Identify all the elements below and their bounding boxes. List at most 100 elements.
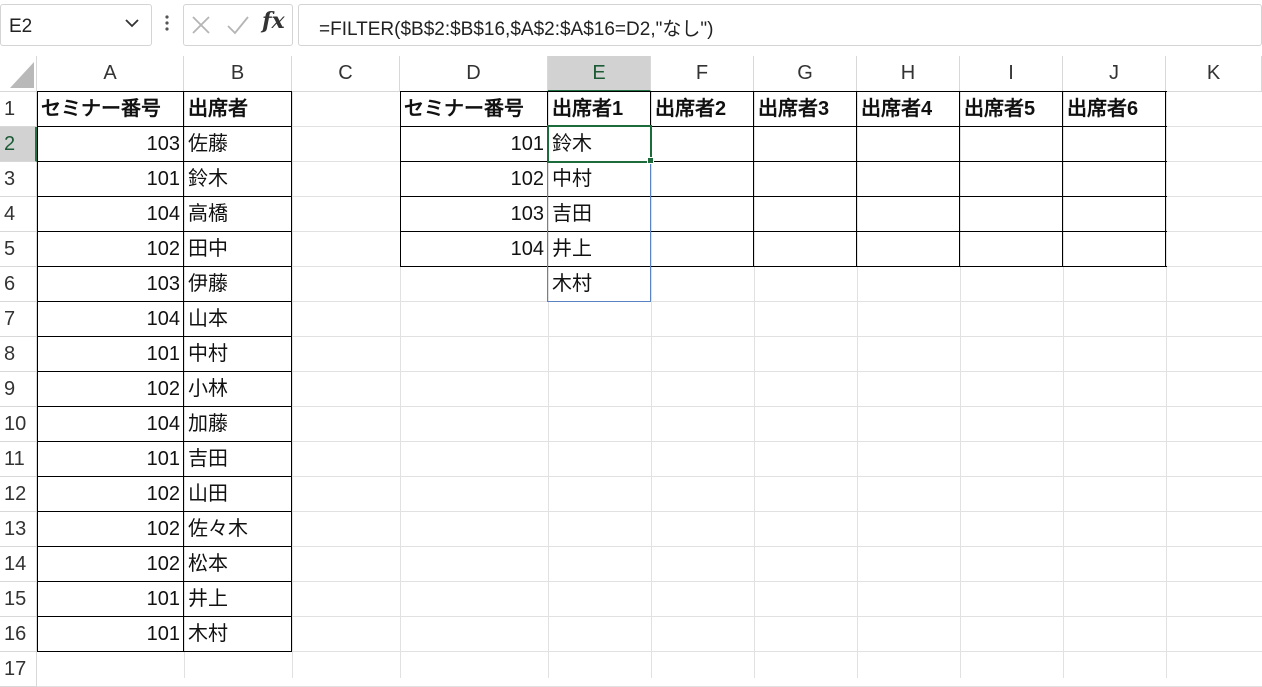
table-border — [37, 371, 292, 372]
seminar-number-cell[interactable]: 102 — [37, 372, 184, 407]
seminar-number-cell[interactable]: 102 — [37, 232, 184, 267]
seminar-number-cell[interactable]: 104 — [37, 407, 184, 442]
gridline-v — [292, 92, 293, 678]
table-border — [37, 476, 292, 477]
seminar-number-cell[interactable]: 101 — [400, 127, 548, 162]
seminar-number-cell[interactable]: 104 — [37, 302, 184, 337]
table-border — [37, 126, 292, 127]
header-attendee-5: 出席者5 — [964, 98, 1036, 120]
column-header-E[interactable]: E — [548, 56, 651, 92]
row-header-12[interactable]: 12 — [0, 477, 37, 512]
table-border — [37, 161, 292, 162]
row-header-9[interactable]: 9 — [0, 372, 37, 407]
formula-input[interactable]: =FILTER($B$2:$B$16,$A$2:$A$16=D2,"なし") — [298, 4, 1262, 46]
table-border — [400, 196, 1167, 197]
cancel-icon[interactable] — [188, 12, 214, 38]
attendee-cell[interactable]: 中村 — [184, 337, 292, 372]
seminar-number-cell[interactable]: 103 — [37, 267, 184, 302]
column-header-I[interactable]: I — [960, 56, 1063, 92]
table-border — [183, 91, 184, 652]
row-header-11[interactable]: 11 — [0, 442, 37, 477]
attendee-cell[interactable]: 木村 — [184, 617, 292, 652]
seminar-number-cell[interactable]: 102 — [400, 162, 548, 197]
row-header-7[interactable]: 7 — [0, 302, 37, 337]
row-header-8[interactable]: 8 — [0, 337, 37, 372]
row-header-14[interactable]: 14 — [0, 547, 37, 582]
fill-handle[interactable] — [647, 157, 654, 164]
seminar-number-cell[interactable]: 103 — [37, 127, 184, 162]
row-header-10[interactable]: 10 — [0, 407, 37, 442]
column-header-A[interactable]: A — [37, 56, 184, 92]
table-border — [37, 546, 292, 547]
table-border — [37, 231, 292, 232]
table-border — [37, 616, 292, 617]
seminar-number-cell[interactable]: 101 — [37, 337, 184, 372]
column-header-B[interactable]: B — [184, 56, 292, 92]
seminar-number-cell[interactable]: 102 — [37, 512, 184, 547]
column-header-C[interactable]: C — [292, 56, 400, 92]
column-header-H[interactable]: H — [857, 56, 960, 92]
seminar-number-cell[interactable]: 101 — [37, 162, 184, 197]
table-border — [400, 91, 1167, 92]
table-border — [291, 91, 292, 652]
attendee-cell[interactable]: 山田 — [184, 477, 292, 512]
row-header-16[interactable]: 16 — [0, 617, 37, 652]
attendee-cell[interactable]: 佐々木 — [184, 512, 292, 547]
row-header-3[interactable]: 3 — [0, 162, 37, 197]
row-header-1[interactable]: 1 — [0, 92, 37, 127]
column-header-D[interactable]: D — [400, 56, 548, 92]
attendee-cell[interactable]: 山本 — [184, 302, 292, 337]
seminar-number-cell[interactable]: 103 — [400, 197, 548, 232]
table-border — [37, 651, 292, 652]
table-border — [37, 441, 292, 442]
row-header-4[interactable]: 4 — [0, 197, 37, 232]
seminar-number-cell[interactable]: 101 — [37, 442, 184, 477]
header-seminar-number: セミナー番号 — [404, 98, 524, 120]
table-border — [37, 336, 292, 337]
seminar-number-cell[interactable]: 102 — [37, 477, 184, 512]
column-header-F[interactable]: F — [651, 56, 754, 92]
attendee-cell[interactable]: 田中 — [184, 232, 292, 267]
seminar-number-cell[interactable]: 104 — [37, 197, 184, 232]
column-header-G[interactable]: G — [754, 56, 857, 92]
row-header-5[interactable]: 5 — [0, 232, 37, 267]
insert-function-icon[interactable]: fx — [262, 8, 290, 38]
enter-check-icon[interactable] — [225, 12, 251, 38]
table-border — [400, 231, 1167, 232]
header-attendee-3: 出席者3 — [758, 98, 830, 120]
seminar-number-cell[interactable]: 101 — [37, 617, 184, 652]
attendee-cell[interactable]: 伊藤 — [184, 267, 292, 302]
gridline-v — [960, 92, 961, 678]
row-header-6[interactable]: 6 — [0, 267, 37, 302]
chevron-down-icon[interactable] — [124, 15, 140, 31]
seminar-number-cell[interactable]: 101 — [37, 582, 184, 617]
table-border — [37, 511, 292, 512]
table-border — [1062, 91, 1063, 267]
table-border — [37, 581, 292, 582]
table-border — [400, 161, 1167, 162]
formula-bar: E2 fx =FILTER($B$2:$B$16,$A$2:$A$16=D2,"… — [0, 0, 1262, 56]
active-cell-selection[interactable] — [547, 125, 652, 163]
row-header-13[interactable]: 13 — [0, 512, 37, 547]
table-border — [37, 91, 38, 652]
attendee-cell[interactable]: 井上 — [184, 582, 292, 617]
row-header-15[interactable]: 15 — [0, 582, 37, 617]
attendee-cell[interactable]: 高橋 — [184, 197, 292, 232]
attendee-cell[interactable]: 吉田 — [184, 442, 292, 477]
seminar-number-cell[interactable]: 102 — [37, 547, 184, 582]
attendee-cell[interactable]: 鈴木 — [184, 162, 292, 197]
more-options-icon[interactable] — [162, 13, 172, 33]
attendee-cell[interactable]: 小林 — [184, 372, 292, 407]
row-header-17[interactable]: 17 — [0, 652, 37, 687]
gridline-v — [857, 92, 858, 678]
select-all-icon[interactable] — [10, 62, 34, 88]
attendee-cell[interactable]: 佐藤 — [184, 127, 292, 162]
row-header-2[interactable]: 2 — [0, 127, 37, 162]
attendee-cell[interactable]: 加藤 — [184, 407, 292, 442]
column-header-J[interactable]: J — [1063, 56, 1166, 92]
seminar-number-cell[interactable]: 104 — [400, 232, 548, 267]
header-attendee: 出席者 — [188, 98, 248, 120]
column-header-K[interactable]: K — [1166, 56, 1262, 92]
attendee-cell[interactable]: 松本 — [184, 547, 292, 582]
table-border — [1165, 91, 1166, 267]
